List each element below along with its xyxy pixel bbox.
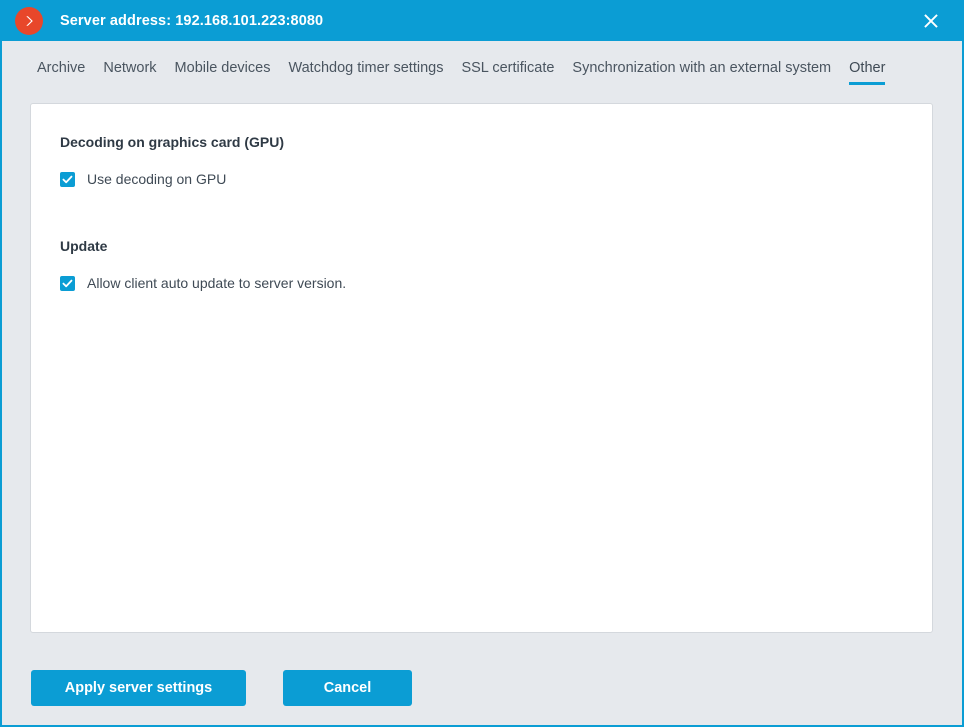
tab-label: Archive: [37, 60, 86, 76]
checkbox-checked-icon[interactable]: [60, 276, 75, 291]
window-title: Server address: 192.168.101.223:8080: [60, 12, 324, 29]
cancel-button[interactable]: Cancel: [283, 670, 412, 706]
tab-other[interactable]: Other: [840, 41, 894, 85]
tab-archive[interactable]: Archive: [28, 41, 94, 78]
close-icon: [924, 13, 938, 28]
tab-label: SSL certificate: [461, 60, 555, 76]
section-update: Update Allow client auto update to serve…: [60, 237, 346, 292]
checkbox-label: Use decoding on GPU: [87, 171, 227, 187]
dialog-footer: Apply server settings Cancel: [31, 670, 412, 706]
checkbox-row-use-decoding-on-gpu[interactable]: Use decoding on GPU: [60, 171, 284, 188]
section-title: Decoding on graphics card (GPU): [60, 134, 285, 150]
checkbox-label: Allow client auto update to server versi…: [87, 275, 347, 291]
tab-synchronization-with-an-external-system[interactable]: Synchronization with an external system: [563, 41, 840, 78]
tab-label: Other: [849, 60, 886, 76]
tab-label: Synchronization with an external system: [572, 60, 832, 76]
close-button[interactable]: [914, 0, 948, 41]
apply-server-settings-button[interactable]: Apply server settings: [31, 670, 246, 706]
section-decoding-on-gpu: Decoding on graphics card (GPU) Use deco…: [60, 133, 284, 188]
tab-watchdog-timer-settings[interactable]: Watchdog timer settings: [279, 41, 452, 78]
tab-label: Network: [103, 60, 157, 76]
tab-mobile-devices[interactable]: Mobile devices: [166, 41, 280, 78]
tab-label: Watchdog timer settings: [288, 60, 444, 76]
checkbox-checked-icon[interactable]: [60, 172, 75, 187]
settings-tab-bar: Archive Network Mobile devices Watchdog …: [2, 41, 962, 90]
chevron-right-circle-icon: [15, 6, 43, 35]
section-title: Update: [60, 238, 108, 254]
checkbox-row-allow-client-auto-update[interactable]: Allow client auto update to server versi…: [60, 275, 346, 292]
tab-ssl-certificate[interactable]: SSL certificate: [452, 41, 563, 78]
tab-network[interactable]: Network: [94, 41, 165, 78]
title-bar: Server address: 192.168.101.223:8080: [2, 0, 962, 41]
tab-label: Mobile devices: [174, 60, 271, 76]
settings-panel: Decoding on graphics card (GPU) Use deco…: [30, 103, 933, 633]
server-settings-window: Server address: 192.168.101.223:8080 Arc…: [0, 0, 964, 727]
